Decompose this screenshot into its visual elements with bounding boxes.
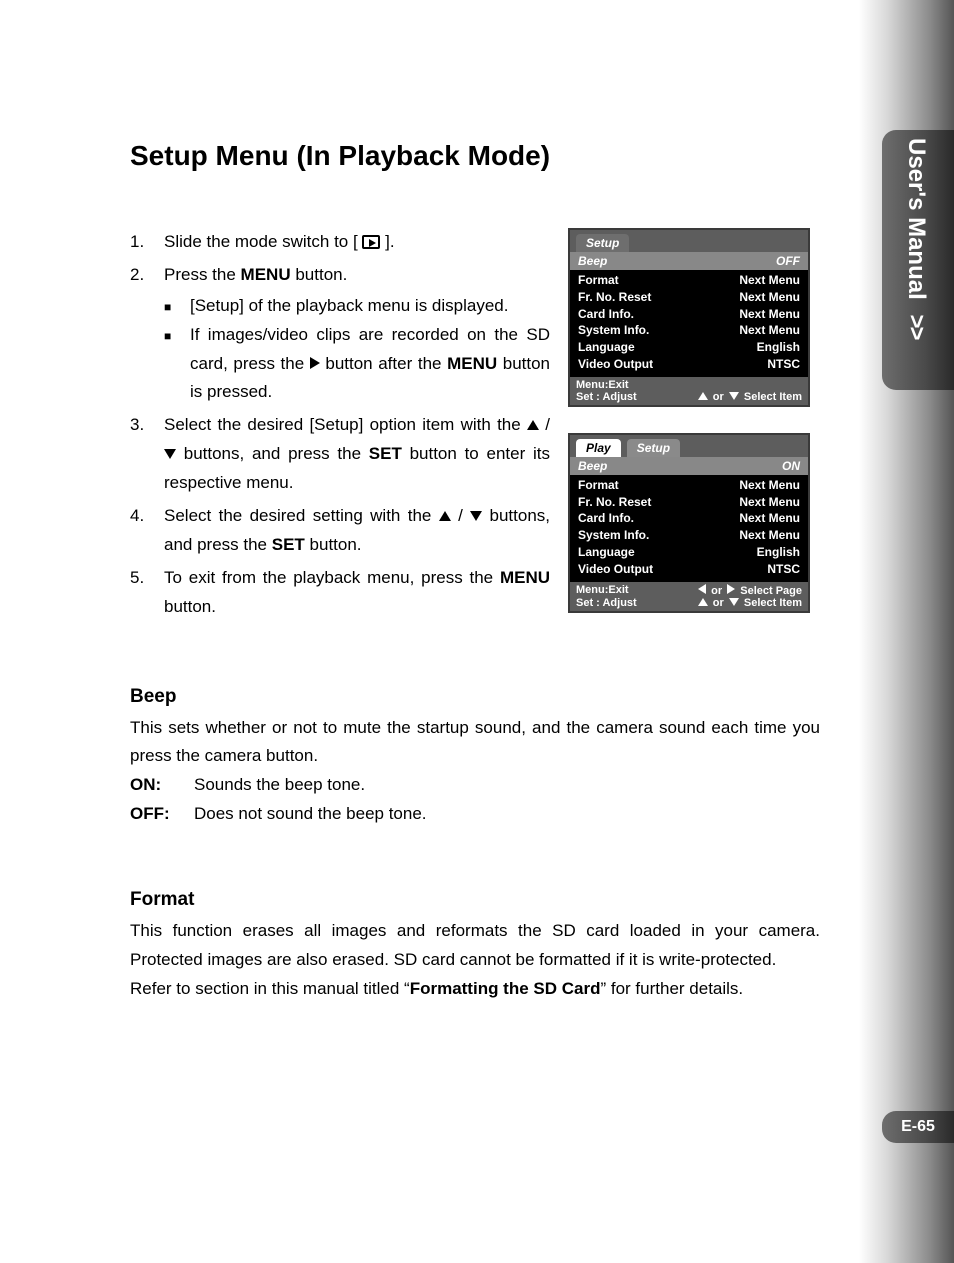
screenshot-column: Setup Beep OFF FormatNext Menu Fr. No. R… — [568, 228, 810, 613]
step-body: To exit from the playback menu, press th… — [164, 564, 550, 622]
steps-list: 1. Slide the mode switch to [ ]. 2. Pres… — [130, 228, 550, 622]
lcd-highlight-row: Beep ON — [570, 457, 808, 475]
definition-term: ON: — [130, 771, 194, 800]
down-arrow-icon — [729, 392, 739, 400]
step-number: 5. — [130, 564, 164, 622]
lcd-menu-row: System Info.Next Menu — [578, 322, 800, 339]
lcd-highlight-value: ON — [782, 459, 800, 473]
section-title: Beep — [130, 686, 820, 708]
section-title: Format — [130, 889, 820, 911]
playback-mode-icon — [362, 235, 380, 249]
step-body: Press the MENU button. ■ [Setup] of the … — [164, 261, 550, 407]
camera-lcd-screenshot-1: Setup Beep OFF FormatNext Menu Fr. No. R… — [568, 228, 810, 407]
up-arrow-icon — [698, 392, 708, 400]
lcd-highlight-row: Beep OFF — [570, 252, 808, 270]
step-2: 2. Press the MENU button. ■ [Setup] of t… — [130, 261, 550, 407]
lcd-menu-row: Fr. No. ResetNext Menu — [578, 289, 800, 306]
lcd-tab-play: Play — [576, 439, 621, 457]
lcd-highlight-value: OFF — [776, 254, 800, 268]
lcd-body: FormatNext Menu Fr. No. ResetNext Menu C… — [570, 270, 808, 377]
chevron-right-icon: >> — [902, 314, 930, 338]
step-body: Select the desired [Setup] option item w… — [164, 411, 550, 498]
down-arrow-icon — [729, 598, 739, 606]
step-5: 5. To exit from the playback menu, press… — [130, 564, 550, 622]
page-title: Setup Menu (In Playback Mode) — [130, 140, 820, 172]
step-body: Slide the mode switch to [ ]. — [164, 228, 550, 257]
page-content: Setup Menu (In Playback Mode) 1. Slide t… — [130, 140, 820, 1004]
sub-list: ■ [Setup] of the playback menu is displa… — [164, 292, 550, 408]
lcd-tab-row: Setup — [570, 230, 808, 252]
definition-text: Does not sound the beep tone. — [194, 800, 820, 829]
up-arrow-icon — [439, 511, 451, 521]
step-body: Select the desired setting with the / bu… — [164, 502, 550, 560]
lcd-tab-row: Play Setup — [570, 435, 808, 457]
sub-item: ■ [Setup] of the playback menu is displa… — [164, 292, 550, 321]
down-arrow-icon — [470, 511, 482, 521]
lcd-menu-row: Video OutputNTSC — [578, 561, 800, 578]
lcd-tab-setup: Setup — [576, 234, 629, 252]
step-3: 3. Select the desired [Setup] option ite… — [130, 411, 550, 498]
page-number-tab: E-65 — [882, 1111, 954, 1143]
side-tab: User's Manual >> — [882, 130, 954, 390]
section-paragraph: Refer to section in this manual titled “… — [130, 975, 820, 1004]
step-4: 4. Select the desired setting with the /… — [130, 502, 550, 560]
lcd-menu-row: Fr. No. ResetNext Menu — [578, 494, 800, 511]
lcd-menu-row: LanguageEnglish — [578, 339, 800, 356]
lcd-menu-row: FormatNext Menu — [578, 477, 800, 494]
definition-term: OFF: — [130, 800, 194, 829]
lcd-menu-row: System Info.Next Menu — [578, 527, 800, 544]
two-column-layout: 1. Slide the mode switch to [ ]. 2. Pres… — [130, 228, 820, 626]
step-number: 1. — [130, 228, 164, 257]
beep-section: Beep This sets whether or not to mute th… — [130, 686, 820, 830]
left-arrow-icon — [698, 584, 706, 594]
lcd-tab-setup: Setup — [627, 439, 680, 457]
up-arrow-icon — [698, 598, 708, 606]
section-description: This sets whether or not to mute the sta… — [130, 714, 820, 772]
lcd-body: FormatNext Menu Fr. No. ResetNext Menu C… — [570, 475, 808, 582]
definition-row: ON: Sounds the beep tone. — [130, 771, 820, 800]
up-arrow-icon — [527, 420, 539, 430]
right-arrow-icon — [310, 357, 320, 369]
step-1: 1. Slide the mode switch to [ ]. — [130, 228, 550, 257]
right-arrow-icon — [727, 584, 735, 594]
lcd-highlight-label: Beep — [578, 459, 782, 473]
step-number: 3. — [130, 411, 164, 498]
bullet-icon: ■ — [164, 321, 190, 408]
lcd-menu-row: LanguageEnglish — [578, 544, 800, 561]
camera-lcd-screenshot-2: Play Setup Beep ON FormatNext Menu Fr. N… — [568, 433, 810, 613]
section-paragraph: This function erases all images and refo… — [130, 917, 820, 975]
lcd-menu-row: Video OutputNTSC — [578, 356, 800, 373]
lcd-menu-row: Card Info.Next Menu — [578, 306, 800, 323]
lcd-menu-row: FormatNext Menu — [578, 272, 800, 289]
lcd-footer: Menu:Exit or Select Page Set : Adjust or… — [570, 582, 808, 611]
step-number: 4. — [130, 502, 164, 560]
side-tab-label: User's Manual >> — [902, 138, 930, 338]
lcd-footer: Menu:Exit Set : Adjust or Select Item — [570, 377, 808, 405]
sub-item: ■ If images/video clips are recorded on … — [164, 321, 550, 408]
page-number: E-65 — [901, 1118, 935, 1136]
lcd-highlight-label: Beep — [578, 254, 776, 268]
down-arrow-icon — [164, 449, 176, 459]
format-section: Format This function erases all images a… — [130, 889, 820, 1004]
step-number: 2. — [130, 261, 164, 407]
definition-row: OFF: Does not sound the beep tone. — [130, 800, 820, 829]
side-tab-text: User's Manual — [903, 138, 930, 300]
bullet-icon: ■ — [164, 292, 190, 321]
instruction-column: 1. Slide the mode switch to [ ]. 2. Pres… — [130, 228, 550, 626]
definition-text: Sounds the beep tone. — [194, 771, 820, 800]
lcd-menu-row: Card Info.Next Menu — [578, 510, 800, 527]
